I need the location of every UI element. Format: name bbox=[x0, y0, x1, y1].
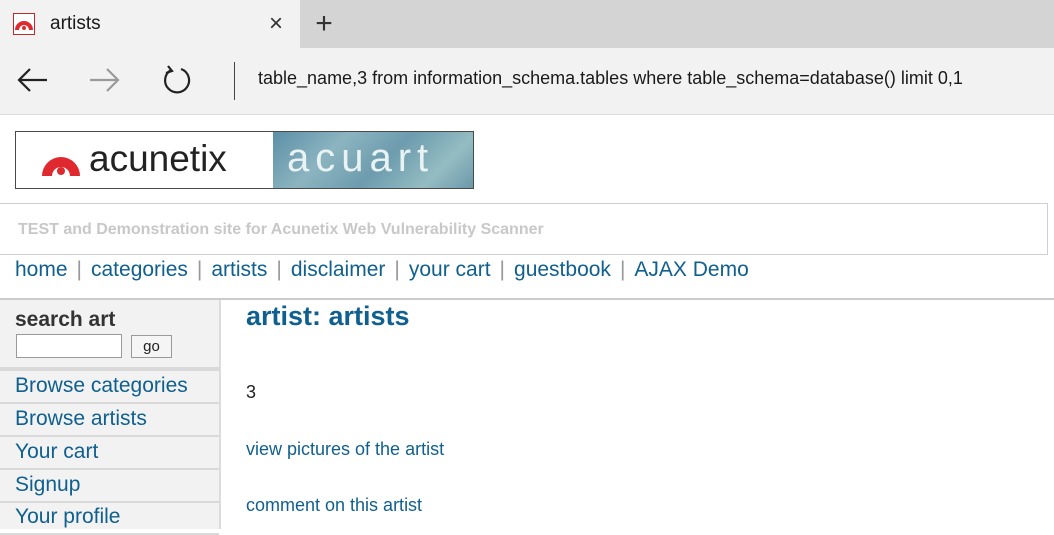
acunetix-wordmark: acunetix bbox=[89, 138, 227, 179]
tab-title: artists bbox=[50, 13, 101, 34]
nav-guestbook[interactable]: guestbook bbox=[514, 258, 611, 281]
sidebar-item-label: Browse artists bbox=[15, 407, 147, 430]
site-logo[interactable]: acunetix acuart bbox=[15, 131, 474, 189]
page-title: artist: artists bbox=[246, 301, 410, 331]
nav-disclaimer[interactable]: disclaimer bbox=[291, 258, 386, 281]
acuart-logo: acuart bbox=[273, 132, 473, 188]
new-tab-icon[interactable]: + bbox=[310, 9, 338, 39]
refresh-icon[interactable] bbox=[159, 62, 195, 98]
nav-separator: | bbox=[196, 258, 203, 281]
sidebar-item-your-cart[interactable]: Your cart bbox=[0, 437, 219, 470]
forward-arrow-icon[interactable] bbox=[86, 62, 122, 98]
search-input[interactable] bbox=[16, 334, 122, 358]
close-tab-icon[interactable]: × bbox=[264, 12, 288, 36]
acunetix-favicon-icon bbox=[13, 13, 35, 35]
sidebar-item-browse-categories[interactable]: Browse categories bbox=[0, 371, 219, 404]
nav-separator: | bbox=[394, 258, 400, 281]
nav-ajax-demo[interactable]: AJAX Demo bbox=[634, 258, 748, 281]
acunetix-logo: acunetix bbox=[16, 132, 272, 188]
search-go-button[interactable]: go bbox=[131, 335, 172, 358]
nav-home[interactable]: home bbox=[15, 258, 68, 281]
nav-separator: | bbox=[619, 258, 626, 281]
view-pictures-link[interactable]: view pictures of the artist bbox=[246, 439, 444, 460]
acunetix-mark-icon bbox=[42, 157, 80, 176]
address-input[interactable]: table_name,3 from information_schema.tab… bbox=[258, 68, 963, 89]
sidebar: search art go Browse categories Browse a… bbox=[0, 300, 221, 535]
acuart-wordmark: acuart bbox=[287, 136, 435, 180]
browser-toolbar: table_name,3 from information_schema.tab… bbox=[0, 48, 1054, 115]
sidebar-item-label: Your cart bbox=[15, 440, 99, 463]
sidebar-item-browse-artists[interactable]: Browse artists bbox=[0, 404, 219, 437]
site-tagline: TEST and Demonstration site for Acunetix… bbox=[18, 221, 544, 238]
nav-artists[interactable]: artists bbox=[211, 258, 267, 281]
nav-separator: | bbox=[499, 258, 506, 281]
nav-categories[interactable]: categories bbox=[91, 258, 188, 281]
back-arrow-icon[interactable] bbox=[15, 62, 51, 98]
search-title: search art bbox=[15, 308, 116, 331]
browser-tab[interactable]: artists × bbox=[0, 0, 300, 48]
browser-tab-bar: artists × + bbox=[0, 0, 1054, 48]
sidebar-item-your-profile[interactable]: Your profile bbox=[0, 502, 219, 535]
tagline-box: TEST and Demonstration site for Acunetix… bbox=[0, 203, 1048, 255]
artist-value: 3 bbox=[246, 382, 257, 402]
address-separator bbox=[234, 62, 235, 100]
sidebar-item-label: Signup bbox=[15, 473, 81, 496]
sidebar-item-label: Browse categories bbox=[15, 374, 188, 397]
nav-your-cart[interactable]: your cart bbox=[409, 258, 491, 281]
comment-artist-link[interactable]: comment on this artist bbox=[246, 495, 422, 516]
sidebar-item-label: Your profile bbox=[15, 505, 121, 528]
nav-separator: | bbox=[76, 258, 82, 281]
top-navigation: home | categories | artists | disclaimer | your … bbox=[15, 258, 749, 286]
sidebar-item-signup[interactable]: Signup bbox=[0, 470, 219, 503]
nav-separator: | bbox=[276, 258, 282, 281]
